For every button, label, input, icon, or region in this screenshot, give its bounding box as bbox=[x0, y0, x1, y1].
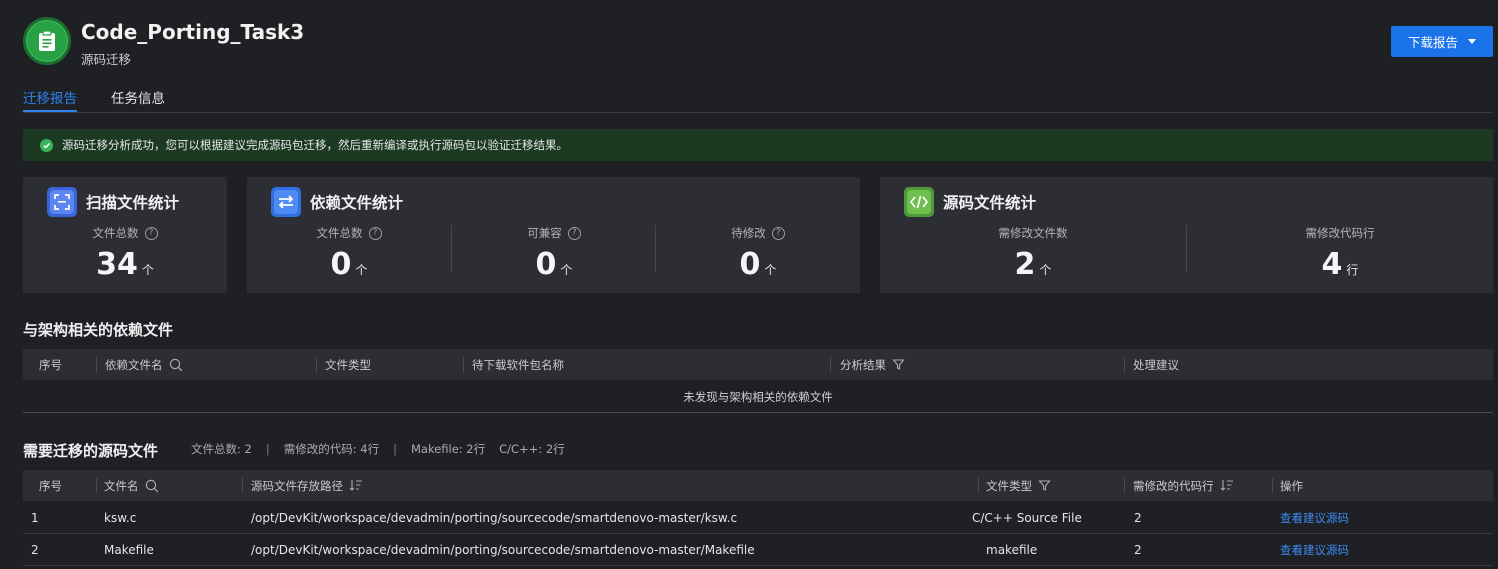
caret-down-icon bbox=[1468, 39, 1476, 44]
clipboard-icon bbox=[39, 30, 55, 51]
tabs-divider bbox=[23, 112, 1493, 113]
filter-icon[interactable] bbox=[1038, 479, 1051, 492]
empty-text: 未发现与架构相关的依赖文件 bbox=[683, 389, 833, 404]
summary-separator: | bbox=[393, 442, 397, 456]
download-report-button[interactable]: 下载报告 bbox=[1391, 26, 1493, 57]
scan-stats-card: 扫描文件统计 文件总数? 34 个 bbox=[23, 177, 227, 293]
tab-migration-report[interactable]: 迁移报告 bbox=[23, 87, 77, 112]
src-card-title: 源码文件统计 bbox=[943, 194, 1037, 212]
src-table-summary: 文件总数: 2 | 需修改的代码: 4行 | Makefile: 2行 C/C+… bbox=[191, 441, 565, 457]
stat-unit: 个 bbox=[141, 263, 154, 277]
src-files-stat: 需修改文件数 2个 bbox=[880, 225, 1186, 282]
code-icon bbox=[904, 187, 934, 217]
stat-label: 文件总数 bbox=[316, 226, 363, 240]
summary-total: 文件总数: 2 bbox=[191, 442, 252, 456]
check-circle-icon bbox=[40, 138, 53, 152]
stat-label: 待修改 bbox=[731, 226, 766, 240]
dep-table-title: 与架构相关的依赖文件 bbox=[23, 321, 174, 339]
search-icon[interactable] bbox=[169, 358, 183, 372]
col-index: 序号 bbox=[39, 478, 62, 493]
col-action: 操作 bbox=[1280, 478, 1303, 493]
stat-unit: 个 bbox=[355, 263, 368, 277]
stat-value: 0 bbox=[535, 247, 557, 282]
row-path: /opt/DevKit/workspace/devadmin/porting/s… bbox=[251, 542, 755, 557]
col-package-name: 待下载软件包名称 bbox=[472, 357, 564, 372]
table-row: 1 ksw.c /opt/DevKit/workspace/devadmin/p… bbox=[23, 502, 1493, 534]
col-index: 序号 bbox=[39, 357, 62, 372]
col-file-type: 文件类型 bbox=[986, 470, 1051, 501]
alert-text: 源码迁移分析成功，您可以根据建议完成源码包迁移，然后重新编译或执行源码包以验证迁… bbox=[62, 138, 568, 152]
row-file-type: C/C++ Source File bbox=[972, 510, 1082, 525]
sort-icon[interactable] bbox=[349, 479, 363, 492]
task-logo bbox=[23, 17, 71, 65]
summary-makefile: Makefile: 2行 bbox=[410, 442, 486, 456]
summary-lines: 需修改的代码: 4行 bbox=[283, 442, 380, 456]
row-index: 2 bbox=[31, 542, 39, 557]
stat-label: 需修改文件数 bbox=[998, 226, 1068, 240]
col-suggestion: 处理建议 bbox=[1133, 357, 1179, 372]
page-subtitle: 源码迁移 bbox=[81, 52, 132, 67]
row-file-type: makefile bbox=[986, 542, 1038, 557]
help-icon[interactable]: ? bbox=[144, 226, 158, 240]
search-icon[interactable] bbox=[145, 479, 159, 493]
col-analysis-result: 分析结果 bbox=[840, 349, 905, 380]
stat-unit: 个 bbox=[1039, 263, 1052, 277]
stat-unit: 个 bbox=[560, 263, 573, 277]
col-dep-filename: 依赖文件名 bbox=[105, 349, 183, 380]
help-icon[interactable]: ? bbox=[771, 226, 785, 240]
src-table-header: 序号 文件名 源码文件存放路径 文件类型 需修改的代码行 操作 bbox=[23, 470, 1493, 501]
table-row: 2 Makefile /opt/DevKit/workspace/devadmi… bbox=[23, 534, 1493, 566]
src-lines-stat: 需修改代码行 4行 bbox=[1187, 225, 1493, 282]
dep-card-header: 依赖文件统计 bbox=[271, 187, 403, 217]
success-alert: 源码迁移分析成功，您可以根据建议完成源码包迁移，然后重新编译或执行源码包以验证迁… bbox=[23, 129, 1493, 161]
sort-icon[interactable] bbox=[1220, 479, 1234, 492]
dep-compatible-stat: 可兼容? 0个 bbox=[452, 225, 656, 282]
download-report-label: 下载报告 bbox=[1407, 35, 1458, 50]
page-title: Code_Porting_Task3 bbox=[81, 20, 305, 44]
source-stats-card: 源码文件统计 需修改文件数 2个 需修改代码行 4行 bbox=[880, 177, 1493, 293]
row-lines: 2 bbox=[1134, 510, 1142, 525]
view-suggested-source-link[interactable]: 查看建议源码 bbox=[1280, 502, 1349, 533]
scan-icon bbox=[47, 187, 77, 217]
col-filename: 文件名 bbox=[104, 470, 159, 501]
stat-label: 可兼容 bbox=[527, 226, 562, 240]
col-file-type: 文件类型 bbox=[325, 357, 371, 372]
stat-label: 文件总数 bbox=[92, 226, 139, 240]
dep-table-header: 序号 依赖文件名 文件类型 待下载软件包名称 分析结果 处理建议 bbox=[23, 349, 1493, 380]
stat-value: 4 bbox=[1321, 247, 1343, 282]
row-path: /opt/DevKit/workspace/devadmin/porting/s… bbox=[251, 510, 738, 525]
dep-table-empty: 未发现与架构相关的依赖文件 bbox=[23, 381, 1493, 413]
stat-label: 需修改代码行 bbox=[1305, 226, 1375, 240]
tab-task-info[interactable]: 任务信息 bbox=[111, 87, 165, 107]
scan-total-stat: 文件总数? 34 个 bbox=[23, 225, 227, 282]
stat-value: 2 bbox=[1014, 247, 1036, 282]
stat-value: 34 bbox=[96, 247, 138, 282]
summary-cpp: C/C++: 2行 bbox=[499, 442, 565, 456]
dep-total-stat: 文件总数? 0个 bbox=[247, 225, 451, 282]
stat-unit: 行 bbox=[1346, 263, 1359, 277]
scan-card-title: 扫描文件统计 bbox=[86, 194, 180, 212]
row-filename: Makefile bbox=[104, 542, 154, 557]
dependency-stats-card: 依赖文件统计 文件总数? 0个 可兼容? 0个 待修改? 0个 bbox=[247, 177, 860, 293]
dep-to-modify-stat: 待修改? 0个 bbox=[656, 225, 860, 282]
dep-card-title: 依赖文件统计 bbox=[310, 194, 404, 212]
scan-card-header: 扫描文件统计 bbox=[47, 187, 179, 217]
swap-icon bbox=[271, 187, 301, 217]
col-source-path: 源码文件存放路径 bbox=[251, 470, 363, 501]
row-index: 1 bbox=[31, 510, 39, 525]
row-filename: ksw.c bbox=[104, 510, 137, 525]
col-lines-to-modify: 需修改的代码行 bbox=[1133, 470, 1234, 501]
src-card-header: 源码文件统计 bbox=[904, 187, 1036, 217]
summary-separator: | bbox=[265, 442, 270, 456]
view-suggested-source-link[interactable]: 查看建议源码 bbox=[1280, 534, 1349, 565]
help-icon[interactable]: ? bbox=[368, 226, 382, 240]
help-icon[interactable]: ? bbox=[567, 226, 581, 240]
stat-unit: 个 bbox=[764, 263, 777, 277]
stat-value: 0 bbox=[739, 247, 761, 282]
row-lines: 2 bbox=[1134, 542, 1142, 557]
src-table-title: 需要迁移的源码文件 bbox=[23, 442, 159, 460]
stat-value: 0 bbox=[330, 247, 352, 282]
filter-icon[interactable] bbox=[892, 358, 905, 371]
